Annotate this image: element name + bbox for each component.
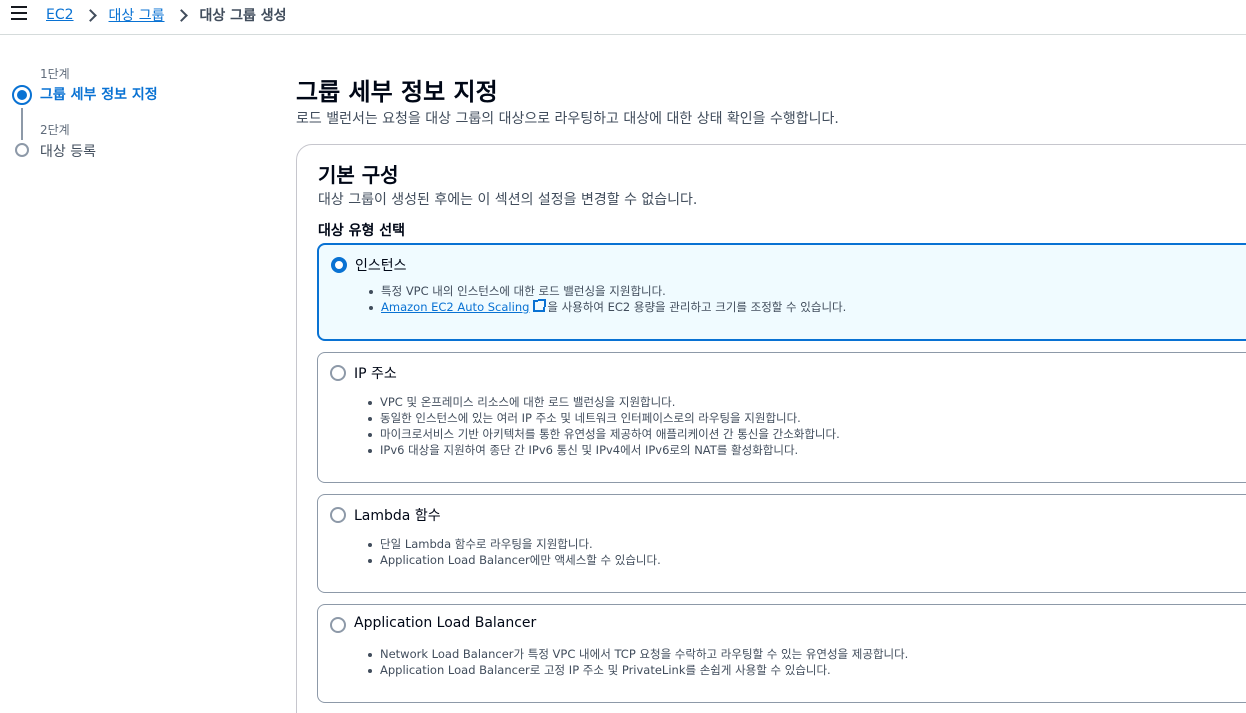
breadcrumb-target-groups-link[interactable]: 대상 그룹 xyxy=(109,5,165,25)
radio-lambda[interactable] xyxy=(330,507,346,523)
list-item: 마이크로서비스 기반 아키텍처를 통한 유연성을 제공하여 애플리케이션 간 통… xyxy=(368,427,840,441)
radio-instances[interactable] xyxy=(331,257,347,273)
option-bullets: Network Load Balancer가 특정 VPC 내에서 TCP 요청… xyxy=(367,646,909,678)
list-item: IPv6 대상을 지원하여 종단 간 IPv6 통신 및 IPv4에서 IPv6… xyxy=(368,442,840,458)
option-title: 인스턴스 xyxy=(355,258,407,274)
option-title: Application Load Balancer xyxy=(354,615,537,631)
list-item: VPC 및 온프레미스 리소스에 대한 로드 밸런싱을 지원합니다. xyxy=(368,394,840,410)
step-1-active-icon xyxy=(12,85,32,105)
option-bullets: 특정 VPC 내의 인스턴스에 대한 로드 밸런싱을 지원합니다. Amazon… xyxy=(368,283,847,315)
option-bullets: VPC 및 온프레미스 리소스에 대한 로드 밸런싱을 지원합니다. 동일한 인… xyxy=(368,394,840,458)
option-bullets: 단일 Lambda 함수로 라우팅을 지원합니다. Application Lo… xyxy=(368,536,661,568)
step-2-number: 2단계 xyxy=(40,123,70,137)
step-2-title: 대상 등록 xyxy=(40,144,96,160)
list-item: 특정 VPC 내의 인스턴스에 대한 로드 밸런싱을 지원합니다. xyxy=(368,283,846,299)
list-item: 동일한 인스턴스에 있는 여러 IP 주소 및 네트워크 인터페이스로의 라우팅… xyxy=(368,410,840,426)
target-type-alb-tile[interactable]: Application Load Balancer Network Load B… xyxy=(317,604,1246,703)
chevron-right-icon xyxy=(174,8,188,22)
auto-scaling-link[interactable]: Amazon EC2 Auto Scaling xyxy=(381,300,529,314)
breadcrumb-current: 대상 그룹 생성 xyxy=(199,8,287,24)
list-item: Application Load Balancer로 고정 IP 주소 및 Pr… xyxy=(367,662,908,678)
top-bar: EC2 대상 그룹 대상 그룹 생성 xyxy=(0,0,1246,35)
page-description: 로드 밸런서는 요청을 대상 그룹의 대상으로 라우팅하고 대상에 대한 상태 … xyxy=(296,111,839,127)
list-item: Network Load Balancer가 특정 VPC 내에서 TCP 요청… xyxy=(367,647,909,661)
target-type-ip-tile[interactable]: IP 주소 VPC 및 온프레미스 리소스에 대한 로드 밸런싱을 지원합니다.… xyxy=(317,352,1246,483)
step-2-inactive-icon xyxy=(15,143,29,157)
step-1-title[interactable]: 그룹 세부 정보 지정 xyxy=(40,84,158,104)
menu-icon[interactable] xyxy=(11,6,27,20)
breadcrumb-ec2-link[interactable]: EC2 xyxy=(46,7,74,23)
page-title: 그룹 세부 정보 지정 xyxy=(296,78,498,106)
link-bullet-rest: 을 사용하여 EC2 용량을 관리하고 크기를 조정할 수 있습니다. xyxy=(547,300,847,314)
list-item: Amazon EC2 Auto Scaling 을 사용하여 EC2 용량을 관리… xyxy=(368,299,847,315)
section-description: 대상 그룹이 생성된 후에는 이 섹션의 설정을 변경할 수 없습니다. xyxy=(318,192,698,208)
section-title: 기본 구성 xyxy=(318,163,399,187)
chevron-right-icon xyxy=(83,8,97,22)
external-link-icon[interactable] xyxy=(533,299,547,312)
list-item: 단일 Lambda 함수로 라우팅을 지원합니다. xyxy=(368,536,661,552)
step-connector xyxy=(21,108,23,140)
option-title: IP 주소 xyxy=(354,366,397,382)
breadcrumb: EC2 대상 그룹 대상 그룹 생성 xyxy=(46,5,287,25)
target-type-label: 대상 유형 선택 xyxy=(318,223,406,239)
target-type-lambda-tile[interactable]: Lambda 함수 단일 Lambda 함수로 라우팅을 지원합니다. Appl… xyxy=(317,494,1246,593)
list-item: Application Load Balancer에만 액세스할 수 있습니다. xyxy=(368,553,661,567)
target-type-instances-tile[interactable]: 인스턴스 특정 VPC 내의 인스턴스에 대한 로드 밸런싱을 지원합니다. A… xyxy=(317,243,1246,341)
radio-ip[interactable] xyxy=(330,365,346,381)
step-1-number: 1단계 xyxy=(40,67,70,81)
option-title: Lambda 함수 xyxy=(354,508,441,524)
radio-alb[interactable] xyxy=(330,617,346,633)
